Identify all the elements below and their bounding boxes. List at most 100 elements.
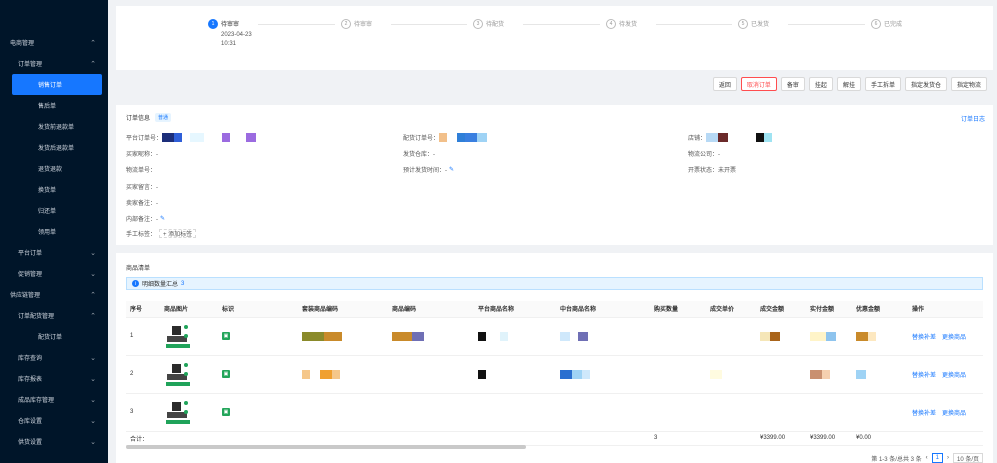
sidebar-item-18[interactable]: 仓库设置 ⌄ — [0, 410, 108, 431]
table-cell: 替换补差 更换商品 — [908, 393, 983, 432]
total-cell — [160, 431, 218, 446]
step-body: 已发货 — [751, 19, 769, 28]
column-header: 平台商品名称 — [474, 301, 556, 318]
eta-label: 预计发货时间：- — [403, 168, 447, 174]
table-cell — [160, 317, 218, 356]
sidebar-item-15[interactable]: 库存查询 ⌄ — [0, 347, 108, 368]
table-cell — [756, 317, 806, 356]
product-flag-icon: ▣ — [222, 408, 230, 416]
sidebar-item-label: 归还单 — [38, 209, 57, 215]
change-product-link[interactable]: 更换商品 — [942, 335, 966, 341]
sidebar-item-label: 库存报表 — [18, 377, 43, 383]
table-cell — [298, 317, 388, 356]
product-image-part — [184, 363, 188, 367]
total-cell — [706, 431, 756, 446]
product-flag-icon: ▣ — [222, 370, 230, 378]
sidebar-item-label: 配货订单 — [38, 335, 63, 341]
sidebar-item-6[interactable]: 退货退款 — [0, 158, 108, 179]
sidebar-item-19[interactable]: 供货设置 ⌄ — [0, 431, 108, 452]
toolbar-button-6[interactable]: 指定发货仓 — [904, 77, 947, 91]
step-connector — [656, 24, 732, 25]
toolbar-button-0[interactable]: 返回 — [712, 77, 737, 91]
page-1-button[interactable]: 1 — [931, 453, 943, 463]
product-image-part — [172, 402, 181, 411]
row-actions: 替换补差 更换商品 — [912, 408, 983, 417]
table-cell — [160, 393, 218, 432]
sidebar-item-2[interactable]: 销售订单 — [12, 74, 102, 95]
masked-value — [478, 369, 556, 379]
table-cell — [298, 393, 388, 432]
sidebar-item-8[interactable]: 归还单 — [0, 200, 108, 221]
product-image-part — [184, 334, 188, 338]
replace-diff-link[interactable]: 替换补差 — [912, 335, 936, 341]
masked-value — [302, 331, 388, 341]
column-header: 商品编码 — [388, 301, 474, 318]
sidebar-item-10[interactable]: 平台订单 ⌄ — [0, 242, 108, 263]
masked-value — [810, 369, 852, 379]
step-body: 待审审 — [354, 19, 372, 28]
table-cell — [650, 393, 706, 432]
column-header: 购买数量 — [650, 301, 706, 318]
prev-page-icon[interactable]: ‹ — [926, 455, 928, 461]
toolbar-button-2[interactable]: 备审 — [780, 77, 805, 91]
step-number: 6 — [871, 19, 881, 29]
product-image[interactable] — [164, 360, 192, 388]
step-connector — [391, 24, 467, 25]
sidebar-item-14[interactable]: 配货订单 — [0, 326, 108, 347]
buyer-field: 买家昵称：- — [126, 152, 158, 158]
sidebar-item-3[interactable]: 售后单 — [0, 95, 108, 116]
replace-diff-link[interactable]: 替换补差 — [912, 411, 936, 417]
toolbar-button-3[interactable]: 挂起 — [808, 77, 833, 91]
change-product-link[interactable]: 更换商品 — [942, 373, 966, 379]
step-number: 4 — [606, 19, 616, 29]
sidebar-item-17[interactable]: 成品库存管理 ⌄ — [0, 389, 108, 410]
sidebar-item-9[interactable]: 领用单 — [0, 221, 108, 242]
goods-card: 商品清单 i 明细数量汇总 3 序号 商品图片 标识 套装商品编码 商品编码 平台商品名称… — [116, 253, 993, 463]
product-image[interactable] — [164, 398, 192, 426]
toolbar-button-4[interactable]: 解挂 — [836, 77, 861, 91]
order-steps: 1 待审审 2023-04-23 10:31 2 待审审 3 待配货 4 待发货 5 已发货 6 已完成 — [116, 6, 993, 70]
add-tag-button[interactable]: + 添加标签 — [159, 229, 197, 238]
order-log-link[interactable]: 订单日志 — [961, 114, 985, 123]
step-title: 待审审 — [221, 22, 240, 28]
horizontal-scrollbar[interactable] — [126, 445, 526, 449]
table-cell — [706, 317, 756, 356]
step-body: 待审审 2023-04-23 10:31 — [221, 19, 252, 49]
sidebar-item-label: 仓库设置 — [18, 419, 43, 425]
table-cell: 3 — [126, 393, 160, 432]
step-clock: 10:31 — [221, 41, 237, 47]
total-cell: ¥3399.00 — [756, 431, 806, 446]
invoice-field: 开票状态：未开票 — [688, 168, 737, 174]
sidebar-item-16[interactable]: 库存报表 ⌄ — [0, 368, 108, 389]
order-type-tag: 普通 — [155, 113, 172, 122]
toolbar-button-7[interactable]: 指定物流 — [950, 77, 987, 91]
product-image-part — [184, 410, 188, 414]
eta-field: 预计发货时间：- ✎ — [403, 165, 454, 174]
column-header: 优惠金额 — [852, 301, 908, 318]
chevron-down-icon: ⌄ — [90, 354, 96, 362]
sidebar-item-13[interactable]: 订单配货管理 ⌃ — [0, 305, 108, 326]
toolbar-button-5[interactable]: 手工拆单 — [864, 77, 901, 91]
next-page-icon[interactable]: › — [947, 455, 949, 461]
change-product-link[interactable]: 更换商品 — [942, 411, 966, 417]
sidebar-item-12[interactable]: 供应链管理 ⌃ — [0, 284, 108, 305]
sidebar-item-0[interactable]: 电商管理 ⌃ — [0, 32, 108, 53]
sidebar-item-7[interactable]: 换货单 — [0, 179, 108, 200]
sidebar-item-11[interactable]: 促销管理 ⌄ — [0, 263, 108, 284]
replace-diff-link[interactable]: 替换补差 — [912, 373, 936, 379]
total-cell — [388, 431, 474, 446]
chevron-down-icon: ⌄ — [90, 438, 96, 446]
step-title: 已发货 — [751, 22, 770, 28]
masked-value — [560, 331, 650, 341]
edit-eta-icon[interactable]: ✎ — [449, 166, 454, 173]
toolbar-button-1[interactable]: 取消订单 — [740, 77, 777, 91]
step-4: 4 待发货 — [606, 19, 637, 29]
sidebar-item-4[interactable]: 发货前退款单 — [0, 116, 108, 137]
sidebar-item-5[interactable]: 发货后退款单 — [0, 137, 108, 158]
product-image[interactable] — [164, 322, 192, 350]
total-cell — [298, 431, 388, 446]
edit-note-icon[interactable]: ✎ — [160, 215, 165, 222]
sidebar-item-1[interactable]: 订单管理 ⌃ — [0, 53, 108, 74]
step-number: 2 — [341, 19, 351, 29]
page-size-select[interactable]: 10 条/页 — [952, 453, 983, 463]
